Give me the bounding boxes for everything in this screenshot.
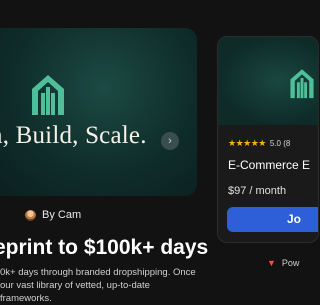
join-button[interactable]: Jo: [227, 207, 318, 232]
whop-logo-icon: ▼: [267, 258, 276, 268]
brand-logo-icon: [32, 75, 64, 115]
hero-image: n, Build, Scale. ›: [0, 28, 197, 196]
card-image: [218, 37, 318, 125]
product-price: $97 / month: [228, 185, 287, 197]
powered-by-text: Pow: [281, 258, 300, 268]
rating: ★★★★★ 5.0 (8: [228, 138, 290, 149]
star-rating-icon: ★★★★★: [228, 138, 266, 148]
brand-logo-icon: [290, 69, 314, 99]
pricing-card: ★★★★★ 5.0 (8 E-Commerce E $97 / month Jo: [217, 36, 319, 243]
description-line: our vast library of vetted, up-to-date: [0, 280, 150, 291]
chevron-right-icon: ›: [168, 135, 172, 147]
avatar: [25, 209, 36, 221]
rating-text: 5.0 (8: [269, 139, 291, 148]
hero-tagline: n, Build, Scale.: [0, 122, 147, 149]
description-line: frameworks.: [0, 293, 52, 304]
carousel-next-button[interactable]: ›: [161, 132, 179, 150]
description-line: 0k+ days through branded dropshipping. O…: [0, 267, 196, 278]
author-row[interactable]: By Cam: [25, 209, 81, 221]
product-description: 0k+ days through branded dropshipping. O…: [0, 266, 205, 305]
product-title: E-Commerce E: [228, 158, 311, 172]
product-headline: eprint to $100k+ days: [0, 236, 209, 259]
powered-by[interactable]: ▼ Pow: [267, 258, 299, 268]
author-name: By Cam: [42, 209, 82, 221]
